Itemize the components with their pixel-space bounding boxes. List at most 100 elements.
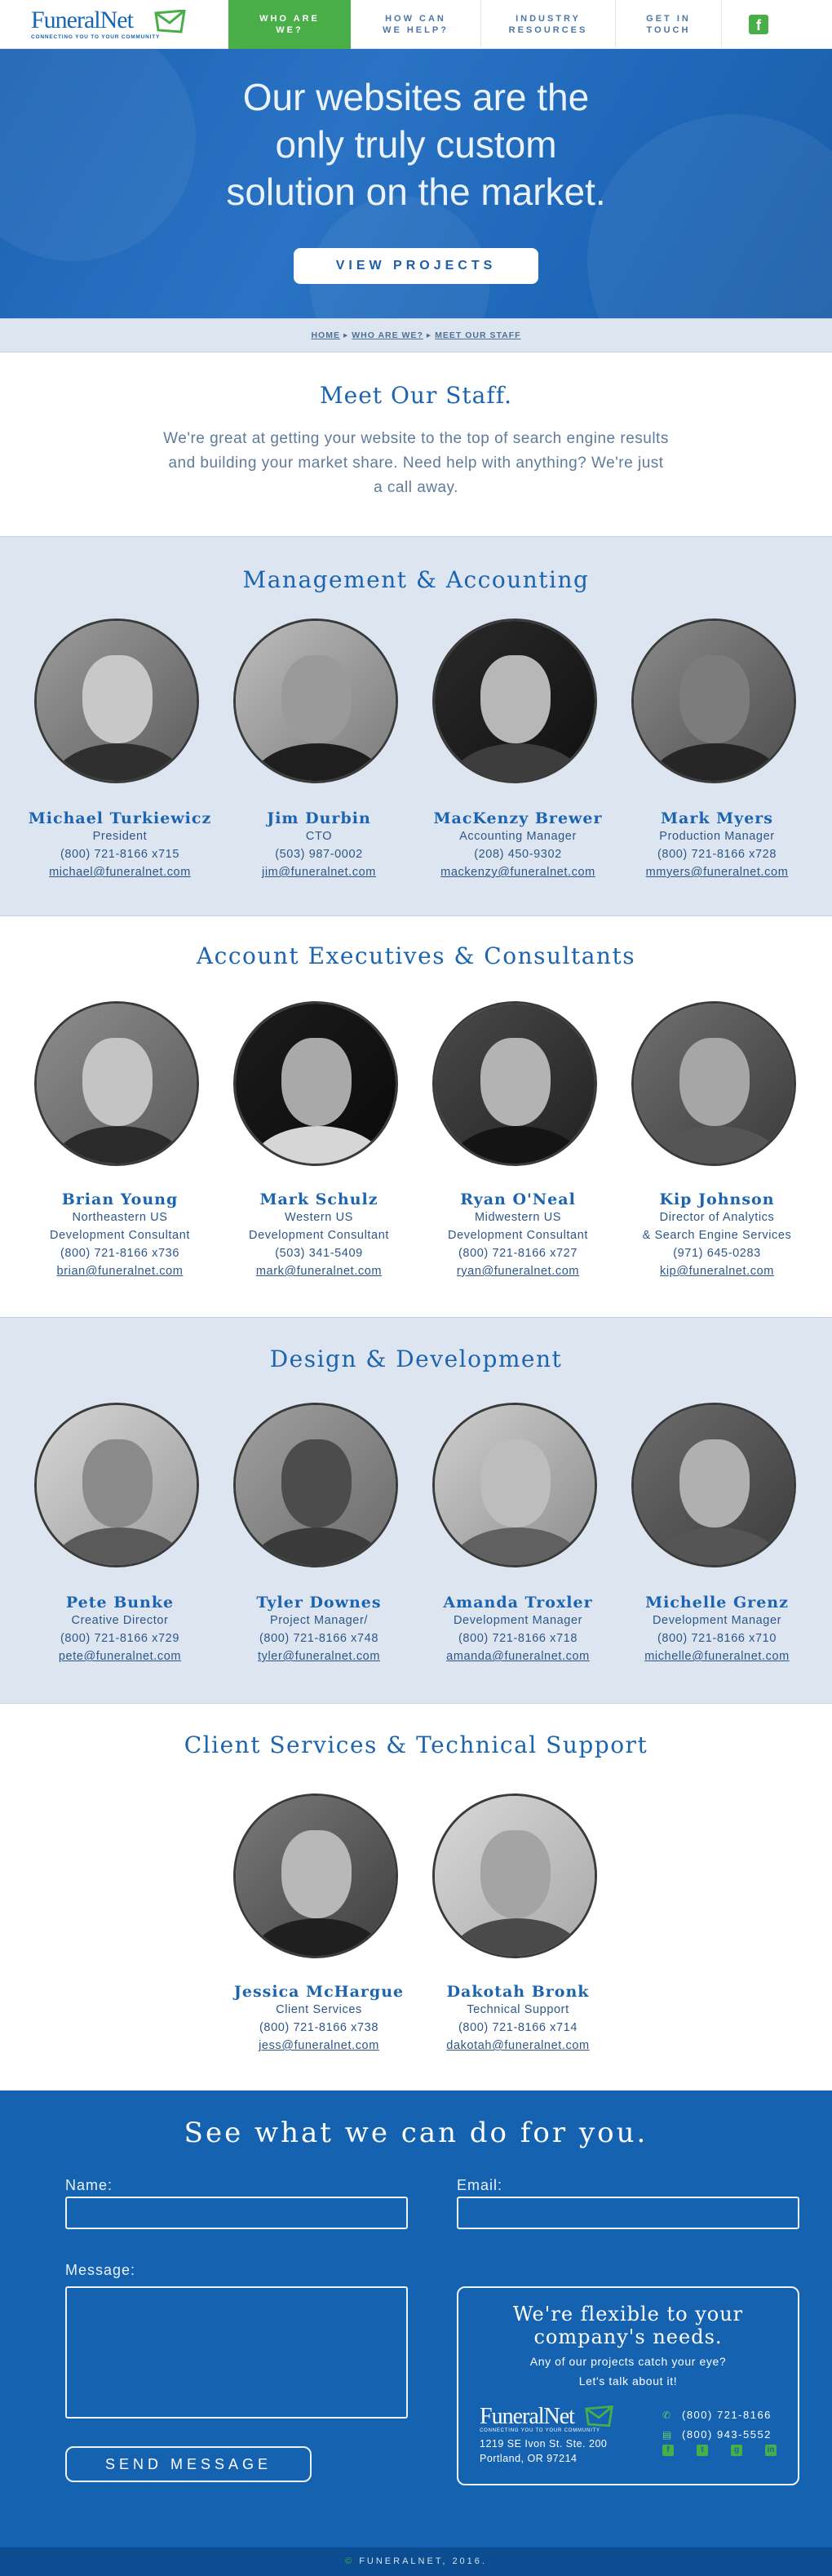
email-label: Email: (457, 2177, 503, 2193)
staff-card: Mark Schulz Western US Development Consu… (221, 1190, 417, 1280)
staff-email-link[interactable]: brian@funeralnet.com (22, 1262, 218, 1280)
staff-card: Tyler Downes Project Manager/ (800) 721-… (221, 1594, 417, 1665)
staff-email-link[interactable]: jess@funeralnet.com (221, 2037, 417, 2055)
nav-label: WHO ARE (259, 14, 320, 24)
facebook-icon[interactable]: f (662, 2445, 674, 2456)
nav-get-in-touch[interactable]: GET IN TOUCH (616, 0, 722, 49)
staff-phone: (503) 341-5409 (275, 1247, 363, 1260)
staff-photo (233, 1001, 398, 1166)
staff-title: Client Services (276, 2003, 362, 2016)
footer-text: FUNERALNET, 2016. (359, 2556, 487, 2566)
staff-name: Mark Schulz (259, 1190, 378, 1208)
site-logo[interactable]: FuneralNet CONNECTING YOU TO YOUR COMMUN… (31, 8, 198, 42)
message-field[interactable] (65, 2286, 408, 2419)
name-label: Name: (65, 2177, 113, 2193)
staff-photo (631, 1403, 796, 1567)
card-subtext-line: Any of our projects catch your eye? (529, 2355, 727, 2368)
name-field[interactable] (65, 2197, 408, 2229)
nav-how-can-we-help[interactable]: HOW CAN WE HELP? (351, 0, 481, 49)
staff-email-link[interactable]: ryan@funeralnet.com (420, 1262, 616, 1280)
nav-label: WE HELP? (383, 25, 449, 35)
contact-info-card: We're flexible to your company's needs. … (457, 2286, 799, 2485)
staff-email-link[interactable]: amanda@funeralnet.com (420, 1647, 616, 1665)
staff-title: Development Consultant (249, 1229, 389, 1242)
staff-card: MacKenzy Brewer Accounting Manager (208)… (420, 809, 616, 881)
section-title: Account Executives & Consultants (196, 942, 636, 969)
nav-who-are-we[interactable]: WHO ARE WE? (228, 0, 351, 49)
staff-email-link[interactable]: jim@funeralnet.com (221, 863, 417, 881)
staff-card: Brian Young Northeastern US Development … (22, 1190, 218, 1280)
staff-card: Dakotah Bronk Technical Support (800) 72… (420, 1983, 616, 2055)
staff-email-link[interactable]: mackenzy@funeralnet.com (420, 863, 616, 881)
staff-section-management: Management & Accounting Michael Turkiewi… (0, 536, 832, 916)
staff-section-design-development: Design & Development Pete Bunke Creative… (0, 1317, 832, 1703)
staff-photo (34, 619, 199, 783)
hero-banner: Our websites are the only truly custom s… (0, 49, 832, 318)
card-heading-line: company's needs. (533, 2325, 723, 2348)
nav-label: TOUCH (646, 25, 691, 35)
staff-title: Production Manager (659, 830, 775, 843)
section-title: Management & Accounting (242, 566, 590, 593)
staff-name: Michael Turkiewicz (28, 809, 212, 827)
staff-title: & Search Engine Services (642, 1229, 792, 1242)
twitter-icon[interactable]: t (697, 2445, 708, 2456)
nav-label: HOW CAN (385, 14, 446, 24)
linkedin-icon[interactable]: in (765, 2445, 777, 2456)
staff-email-link[interactable]: kip@funeralnet.com (619, 1262, 815, 1280)
intro-text: We're great at getting your website to t… (163, 430, 669, 496)
staff-phone: (800) 721-8166 x736 (60, 1247, 180, 1260)
nav-label: GET IN (646, 14, 691, 24)
staff-card: Amanda Troxler Development Manager (800)… (420, 1594, 616, 1665)
email-field[interactable] (457, 2197, 799, 2229)
logo-text: FuneralNet (480, 2404, 575, 2429)
contact-title: See what we can do for you. (184, 2117, 648, 2149)
staff-phone: (800) 721-8166 x718 (458, 1632, 578, 1645)
page-title: Meet Our Staff. (320, 382, 512, 409)
hero-line: solution on the market. (226, 171, 606, 213)
staff-title: Development Consultant (50, 1229, 190, 1242)
staff-email-link[interactable]: mark@funeralnet.com (221, 1262, 417, 1280)
card-heading-line: We're flexible to your (512, 2303, 744, 2325)
breadcrumb-who-are-we[interactable]: WHO ARE WE? (352, 330, 423, 340)
staff-title: Director of Analytics (659, 1211, 775, 1224)
staff-email-link[interactable]: michelle@funeralnet.com (619, 1647, 815, 1665)
staff-phone: (800) 721-8166 x715 (60, 848, 180, 861)
staff-email-link[interactable]: mmyers@funeralnet.com (619, 863, 815, 881)
staff-name: Michelle Grenz (645, 1594, 789, 1612)
view-projects-button[interactable]: VIEW PROJECTS (294, 248, 538, 284)
staff-phone: (503) 987-0002 (275, 848, 363, 861)
phone-row[interactable]: ✆ (800) 721-8166 (662, 2409, 772, 2421)
staff-email-link[interactable]: michael@funeralnet.com (22, 863, 218, 881)
staff-email-link[interactable]: pete@funeralnet.com (22, 1647, 218, 1665)
staff-photo (631, 619, 796, 783)
breadcrumb-separator-icon: ▸ (343, 330, 349, 340)
staff-card: Jessica McHargue Client Services (800) 7… (221, 1983, 417, 2055)
staff-name: Kip Johnson (659, 1190, 775, 1208)
staff-title: Development Manager (453, 1614, 583, 1627)
staff-name: MacKenzy Brewer (433, 809, 603, 827)
google-plus-icon[interactable]: g (731, 2445, 742, 2456)
staff-name: Brian Young (61, 1190, 179, 1208)
card-subtext: Any of our projects catch your eye? Let'… (458, 2352, 798, 2391)
card-logo: FuneralNet CONNECTING YOU TO YOUR COMMUN… (480, 2404, 613, 2433)
logo-tagline: CONNECTING YOU TO YOUR COMMUNITY (31, 34, 161, 40)
breadcrumb-home[interactable]: HOME (311, 330, 340, 340)
logo-tagline: CONNECTING YOU TO YOUR COMMUNITY (480, 2428, 600, 2433)
logo-envelope-icon (154, 10, 186, 33)
facebook-icon[interactable]: f (749, 15, 768, 34)
staff-title: Development Consultant (448, 1229, 588, 1242)
breadcrumb-meet-our-staff[interactable]: MEET OUR STAFF (435, 330, 520, 340)
staff-title: Project Manager/ (269, 1614, 368, 1627)
hero-line: only truly custom (275, 123, 557, 166)
staff-email-link[interactable]: tyler@funeralnet.com (221, 1647, 417, 1665)
staff-section-account-executives: Account Executives & Consultants Brian Y… (0, 916, 832, 1317)
site-header: FuneralNet CONNECTING YOU TO YOUR COMMUN… (0, 0, 832, 49)
staff-title: Accounting Manager (459, 830, 577, 843)
nav-industry-resources[interactable]: INDUSTRY RESOURCES (481, 0, 616, 49)
main-nav: WHO ARE WE? HOW CAN WE HELP? INDUSTRY RESOU… (228, 0, 722, 49)
staff-title: Technical Support (467, 2003, 569, 2016)
staff-email-link[interactable]: dakotah@funeralnet.com (420, 2037, 616, 2055)
address: 1219 SE Ivon St. Ste. 200 Portland, OR 9… (480, 2436, 607, 2466)
send-message-button[interactable]: SEND MESSAGE (65, 2446, 312, 2482)
phone-icon: ✆ (662, 2410, 672, 2421)
